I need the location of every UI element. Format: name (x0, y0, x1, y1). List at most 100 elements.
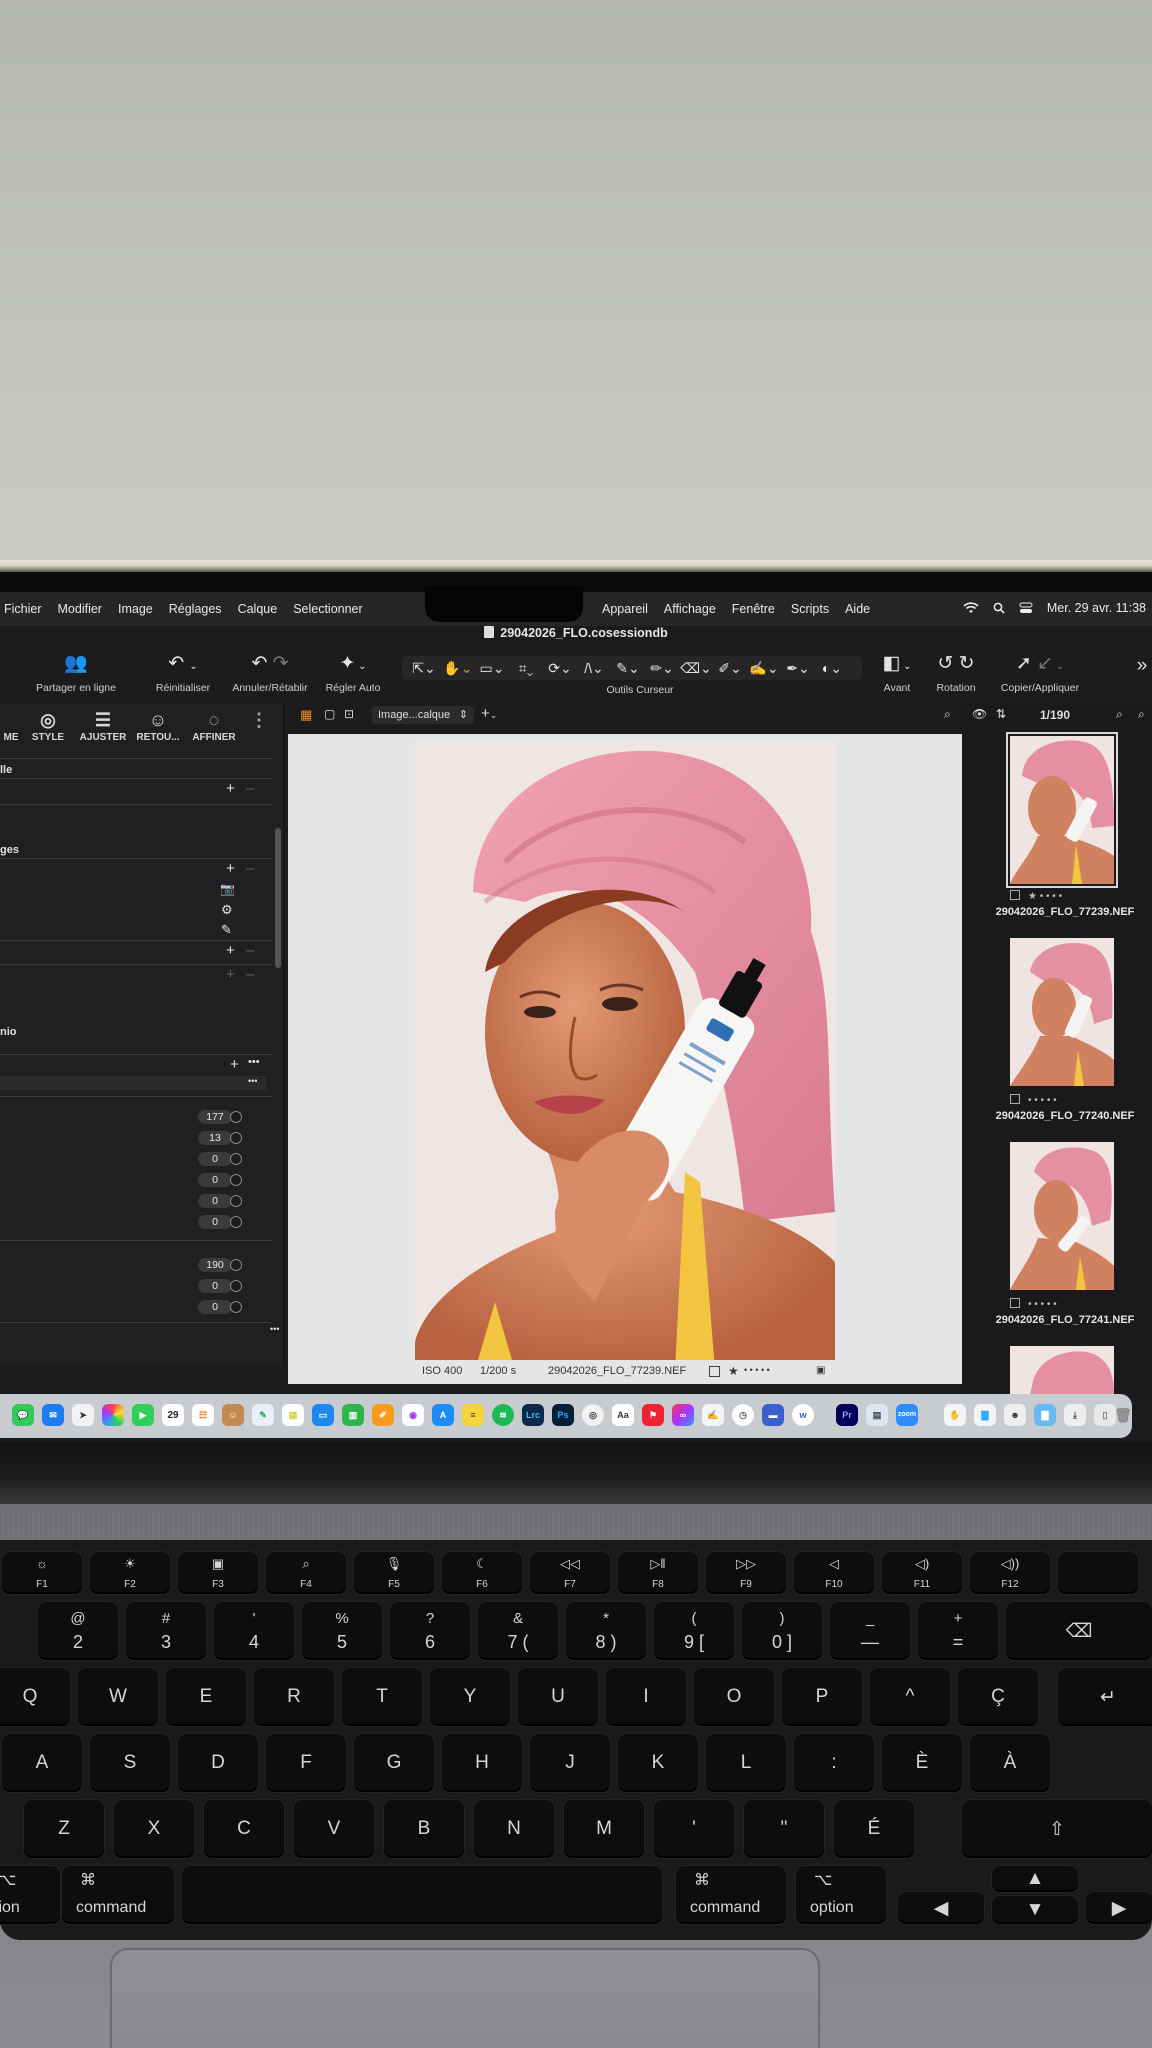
menu-fenetre[interactable]: Fenêtre (724, 602, 783, 616)
word-icon[interactable]: w (792, 1404, 814, 1426)
keystone-icon[interactable]: /\⌄ (578, 660, 610, 677)
value-field[interactable]: 0 (198, 1152, 232, 1166)
disk-utility-icon[interactable]: ▤ (866, 1404, 888, 1426)
maps-icon[interactable]: ➤ (72, 1404, 94, 1426)
key-f4[interactable]: ⌕ F4 (266, 1552, 346, 1594)
key-^[interactable]: ^ (870, 1668, 950, 1726)
freeform-icon[interactable]: ✎ (252, 1404, 274, 1426)
keynote-icon[interactable]: ▭ (312, 1404, 334, 1426)
capture-one-icon[interactable]: ◎ (582, 1404, 604, 1426)
camera-icon[interactable]: 📷 (220, 882, 235, 896)
select-cursor-icon[interactable]: ⇱⌄ (408, 660, 440, 677)
key-ç[interactable]: Ç (958, 1668, 1038, 1726)
filter-icon[interactable]: ⌕ (1138, 707, 1145, 722)
key-p[interactable]: P (782, 1668, 862, 1726)
heal-icon[interactable]: ✍⌄ (748, 660, 780, 677)
reset-dot[interactable] (230, 1111, 242, 1123)
menu-modifier[interactable]: Modifier (50, 602, 110, 616)
color-picker-icon[interactable]: ◐⌄ (816, 660, 848, 677)
key-num-9[interactable]: _ — (830, 1602, 910, 1660)
rating-dots[interactable]: • • • • • (744, 1365, 770, 1375)
value-field[interactable]: 0 (198, 1215, 232, 1229)
key-option-left[interactable]: ⌥ tion (0, 1866, 60, 1924)
key-f8[interactable]: ▷‖ F8 (618, 1552, 698, 1594)
photos-icon[interactable] (102, 1404, 124, 1426)
thumbnail-77240[interactable] (1010, 938, 1114, 1086)
panel-scrollbar[interactable] (275, 828, 281, 968)
key-z-row-6[interactable]: M (564, 1800, 644, 1858)
reset-dot[interactable] (230, 1259, 242, 1271)
key-shift-right[interactable]: ⇧ (962, 1800, 1152, 1858)
key-f11[interactable]: ◁) F11 (882, 1552, 962, 1594)
gradient-icon[interactable]: ✐⌄ (714, 660, 746, 677)
eraser-icon[interactable]: ⌫⌄ (680, 660, 712, 677)
key-f10[interactable]: ◁ F10 (794, 1552, 874, 1594)
tab-home[interactable]: ME (0, 704, 22, 754)
rotation-button[interactable]: ↺ ↻ Rotation (930, 652, 982, 694)
preview-icon[interactable]: ⊡ (344, 707, 354, 721)
value-field[interactable]: 0 (198, 1173, 232, 1187)
key-arrow-up[interactable]: ▲ (992, 1866, 1078, 1892)
key-num-6[interactable]: * 8 ) (566, 1602, 646, 1660)
key-space[interactable] (182, 1866, 662, 1924)
menu-image[interactable]: Image (110, 602, 161, 616)
key-command-right[interactable]: ⌘ command (676, 1866, 786, 1924)
copy-apply-button[interactable]: ➚ ↙ ⌄ Copier/Appliquer (994, 652, 1086, 694)
messages-icon[interactable]: 💬 (12, 1404, 34, 1426)
key-q[interactable]: Q (0, 1668, 70, 1726)
menu-fichier[interactable]: Fichier (0, 602, 50, 616)
reset-button[interactable]: ↶ ⌄ Réinitialiser (148, 652, 218, 694)
key-f3[interactable]: ▣ F3 (178, 1552, 258, 1594)
menu-scripts[interactable]: Scripts (783, 602, 837, 616)
key-backspace[interactable]: ⌫ (1006, 1602, 1152, 1660)
reset-dot[interactable] (230, 1174, 242, 1186)
remove-button[interactable]: – (246, 780, 254, 797)
more-button[interactable]: ••• (248, 1076, 257, 1086)
numbers-icon[interactable]: ▥ (342, 1404, 364, 1426)
key-f12[interactable]: ◁)) F12 (970, 1552, 1050, 1594)
tabs-more-button[interactable]: ⋮ (244, 704, 274, 754)
key-num-0[interactable]: @2 (38, 1602, 118, 1660)
value-field[interactable]: 13 (198, 1131, 232, 1145)
key-z-row-0[interactable]: Z (24, 1800, 104, 1858)
reset-dot[interactable] (230, 1301, 242, 1313)
stickies-icon[interactable]: ≡ (462, 1404, 484, 1426)
search-icon[interactable] (993, 602, 1005, 614)
value-field[interactable]: 0 (198, 1194, 232, 1208)
before-after-button[interactable]: ◧ ⌄ Avant (872, 652, 922, 694)
value-field[interactable]: 177 (198, 1110, 232, 1124)
thumbnail-next[interactable] (1010, 1346, 1114, 1394)
document-thumb-icon[interactable]: ✋ (944, 1404, 966, 1426)
remove-button[interactable]: – (246, 942, 254, 959)
pan-hand-icon[interactable]: ✋⌄ (442, 660, 474, 677)
reset-dot[interactable] (230, 1132, 242, 1144)
loupe-icon[interactable]: ▭⌄ (476, 660, 508, 677)
share-online-button[interactable]: 👥 Partager en ligne (26, 652, 126, 694)
add-button[interactable]: + (226, 780, 235, 797)
key-num-10[interactable]: + = (918, 1602, 998, 1660)
acrobat-icon[interactable]: ⚑ (642, 1404, 664, 1426)
key-z-row-4[interactable]: B (384, 1800, 464, 1858)
key-r[interactable]: R (254, 1668, 334, 1726)
key-j[interactable]: J (530, 1734, 610, 1792)
key-w[interactable]: W (78, 1668, 158, 1726)
value-field[interactable]: 0 (198, 1300, 232, 1314)
clock[interactable]: Mer. 29 avr. 11:38 (1047, 601, 1146, 615)
messenger-icon[interactable]: ◉ (402, 1404, 424, 1426)
reset-dot[interactable] (230, 1195, 242, 1207)
font-book-icon[interactable]: Aa (612, 1404, 634, 1426)
key-num-3[interactable]: % 5 (302, 1602, 382, 1660)
key-k[interactable]: K (618, 1734, 698, 1792)
tag-checkbox[interactable] (1010, 1094, 1020, 1104)
zoom-icon[interactable]: zoom (896, 1404, 918, 1426)
key-num-5[interactable]: & 7 ( (478, 1602, 558, 1660)
control-center-icon[interactable] (1019, 602, 1033, 614)
key-à[interactable]: À (970, 1734, 1050, 1792)
key-f1[interactable]: ☼ F1 (2, 1552, 82, 1594)
creative-cloud-icon[interactable]: ∞ (672, 1404, 694, 1426)
key-:[interactable]: : (794, 1734, 874, 1792)
add-button[interactable]: + (226, 860, 235, 877)
image-viewer[interactable] (288, 734, 962, 1384)
tag-checkbox[interactable] (1010, 890, 1020, 900)
key-num-4[interactable]: ? 6 (390, 1602, 470, 1660)
